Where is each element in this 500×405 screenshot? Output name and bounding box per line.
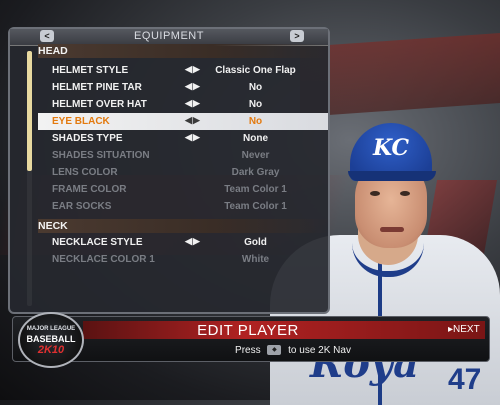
scrollbar-thumb[interactable] — [27, 51, 32, 171]
option-value: White — [241, 254, 270, 265]
option-value: Never — [241, 150, 270, 161]
option-row-helmet-style[interactable]: HELMET STYLE ◀▶ Classic One Flap — [38, 62, 328, 79]
logo-line-1: MAJOR LEAGUE — [26, 326, 76, 332]
nav-hint: Press ◆ to use 2K Nav — [163, 345, 423, 356]
player-mouth — [380, 227, 404, 232]
option-value: Gold — [244, 237, 267, 248]
option-label: SHADES SITUATION — [52, 150, 150, 161]
option-value: Classic One Flap — [215, 65, 296, 76]
option-value: Team Color 1 — [224, 201, 287, 212]
option-label: HELMET STYLE — [52, 65, 129, 76]
option-row-ear-socks: EAR SOCKS Team Color 1 — [38, 198, 328, 215]
controller-button-icon: ◆ — [267, 345, 282, 356]
option-label: LENS COLOR — [52, 167, 118, 178]
hint-prefix: Press — [235, 345, 261, 356]
option-label: EAR SOCKS — [52, 201, 112, 212]
equipment-panel: EQUIPMENT < > HEAD NECK HELMET STYLE ◀▶ Cl… — [8, 27, 330, 314]
option-label: NECKLACE STYLE — [52, 237, 143, 248]
player-eye-left — [370, 191, 380, 196]
jersey-number: 47 — [448, 363, 482, 396]
screen-title: EDIT PLAYER — [197, 322, 299, 339]
player-eye-right — [400, 191, 410, 196]
option-row-frame-color: FRAME COLOR Team Color 1 — [38, 181, 328, 198]
option-label: FRAME COLOR — [52, 184, 127, 195]
option-label: HELMET PINE TAR — [52, 82, 142, 93]
option-label: HELMET OVER HAT — [52, 99, 147, 110]
mlb-2k10-logo: MAJOR LEAGUE BASEBALL 2K10 — [18, 312, 84, 368]
option-value: Team Color 1 — [224, 184, 287, 195]
option-value: No — [248, 116, 263, 127]
section-heading-neck: NECK — [38, 220, 68, 232]
panel-title: EQUIPMENT — [134, 30, 204, 42]
option-row-helmet-pine-tar[interactable]: HELMET PINE TAR ◀▶ No — [38, 79, 328, 96]
logo-line-2: BASEBALL — [26, 334, 76, 344]
hint-suffix: to use 2K Nav — [288, 345, 351, 356]
option-value: Dark Gray — [231, 167, 280, 178]
option-value: None — [243, 133, 268, 144]
option-row-lens-color: LENS COLOR Dark Gray — [38, 164, 328, 181]
option-label: NECKLACE COLOR 1 — [52, 254, 155, 265]
option-label: SHADES TYPE — [52, 133, 123, 144]
logo-line-3: 2K10 — [37, 344, 65, 356]
option-row-shades-situation: SHADES SITUATION Never — [38, 147, 328, 164]
previous-page-button[interactable]: < — [40, 30, 54, 42]
option-row-necklace-color-1: NECKLACE COLOR 1 White — [38, 251, 328, 268]
section-bar-neck — [38, 219, 330, 233]
option-value: No — [248, 99, 263, 110]
section-bar-head — [38, 44, 330, 58]
option-label: EYE BLACK — [52, 116, 110, 127]
option-row-necklace-style[interactable]: NECKLACE STYLE ◀▶ Gold — [38, 234, 328, 251]
background-banner — [300, 33, 500, 117]
cap-team-logo: KC — [372, 135, 410, 161]
section-heading-head: HEAD — [38, 45, 68, 57]
option-row-eye-black[interactable]: EYE BLACK ◀▶ No — [38, 113, 328, 130]
option-row-shades-type[interactable]: SHADES TYPE ◀▶ None — [38, 130, 328, 147]
option-value: No — [248, 82, 263, 93]
player-cap-bill — [348, 171, 436, 181]
next-button[interactable]: ▸NEXT — [448, 324, 480, 335]
option-row-helmet-over-hat[interactable]: HELMET OVER HAT ◀▶ No — [38, 96, 328, 113]
next-page-button[interactable]: > — [290, 30, 304, 42]
